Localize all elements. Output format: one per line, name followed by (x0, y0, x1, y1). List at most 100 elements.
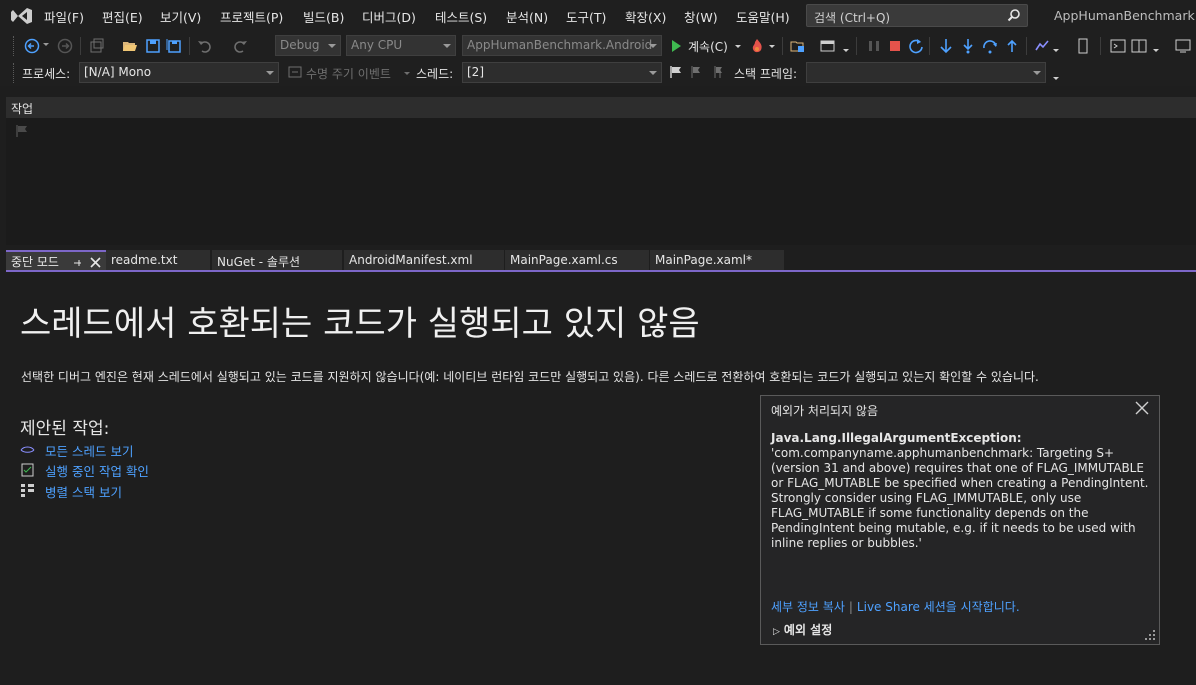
visual-studio-logo-icon[interactable] (10, 6, 34, 26)
stack-frame-dropdown[interactable] (806, 62, 1046, 83)
chevron-down-icon[interactable] (734, 42, 742, 50)
menu-tools[interactable]: 도구(T) (566, 7, 606, 26)
stop-debugging-icon[interactable] (887, 38, 903, 54)
task-panel-header: 작업 (6, 97, 1196, 118)
pin-icon[interactable] (72, 258, 82, 268)
page-description: 선택한 디버그 엔진은 현재 스레드에서 실행되고 있는 코드를 지원하지 않습… (21, 370, 1039, 384)
menu-help[interactable]: 도움말(H) (736, 7, 790, 26)
target-window-icon[interactable] (820, 38, 836, 54)
layout-icon[interactable] (1131, 38, 1147, 54)
menu-test[interactable]: 테스트(S) (435, 7, 487, 26)
tasks-icon (21, 463, 34, 477)
preview-window-icon[interactable] (1175, 38, 1191, 54)
process-dropdown[interactable]: [N/A] Mono (79, 62, 279, 83)
separator (782, 37, 783, 55)
view-all-threads-link[interactable]: 모든 스레드 보기 (45, 441, 133, 460)
toolbar-grip[interactable] (13, 36, 16, 56)
tab-mainpage-cs[interactable]: MainPage.xaml.cs (505, 250, 649, 270)
configuration-dropdown[interactable]: Debug (275, 35, 341, 56)
navigate-forward-icon[interactable] (57, 38, 73, 54)
show-next-statement-icon[interactable] (938, 38, 954, 54)
toolbar-grip[interactable] (13, 63, 16, 83)
stack-frame-label: 스택 프레임: (734, 67, 798, 81)
tab-readme[interactable]: readme.txt (106, 250, 210, 270)
separator (856, 37, 857, 55)
device-icon[interactable] (1075, 38, 1091, 54)
expand-triangle-icon: ▷ (773, 627, 780, 637)
open-folder-icon[interactable] (122, 38, 138, 54)
platform-dropdown[interactable]: Any CPU (346, 35, 456, 56)
close-icon[interactable] (1135, 401, 1149, 415)
live-share-link[interactable]: Live Share 세션을 시작합니다. (857, 600, 1020, 614)
lifecycle-events-icon[interactable] (288, 65, 302, 79)
debug-location-toolbar: 프로세스: [N/A] Mono 수명 주기 이벤트 스레드: [2] 스택 프… (0, 60, 1196, 86)
menu-file[interactable]: 파일(F) (44, 7, 84, 26)
menu-window[interactable]: 창(W) (684, 7, 718, 26)
menu-bar: 파일(F) 편집(E) 보기(V) 프로젝트(P) 빌드(B) 디버그(D) 테… (0, 0, 1196, 32)
tab-label: 중단 모드 (11, 255, 59, 269)
exception-message: 'com.companyname.apphumanbenchmark: Targ… (771, 446, 1149, 550)
diagnostic-tools-icon[interactable] (1034, 38, 1050, 54)
resize-grip-icon[interactable] (1145, 630, 1155, 640)
configuration-value: Debug (280, 38, 320, 52)
tab-break-mode[interactable]: 중단 모드 (6, 250, 106, 270)
menu-build[interactable]: 빌드(B) (303, 7, 344, 26)
chevron-down-icon[interactable] (1152, 46, 1160, 54)
new-project-icon[interactable] (89, 38, 105, 54)
chevron-down-icon[interactable] (1052, 46, 1060, 54)
lifecycle-events-button[interactable]: 수명 주기 이벤트 (306, 65, 391, 82)
tab-nuget[interactable]: NuGet - 솔루션 (212, 250, 342, 270)
tab-label: MainPage.xaml* (655, 253, 752, 267)
chevron-down-icon[interactable] (1052, 74, 1060, 82)
search-box[interactable]: 검색 (Ctrl+Q) (806, 4, 1028, 27)
redo-icon[interactable] (232, 38, 248, 54)
step-out-icon[interactable] (1004, 38, 1020, 54)
thread-dropdown[interactable]: [2] (462, 62, 662, 83)
view-parallel-stacks-link[interactable]: 병렬 스택 보기 (45, 482, 122, 501)
flag-icon[interactable] (669, 65, 683, 79)
menu-view[interactable]: 보기(V) (160, 7, 201, 26)
startup-project-dropdown[interactable]: AppHumanBenchmark.Android (462, 35, 662, 56)
menu-project[interactable]: 프로젝트(P) (220, 7, 283, 26)
tab-mainpage-xaml[interactable]: MainPage.xaml* (650, 250, 784, 270)
copy-details-link[interactable]: 세부 정보 복사 (771, 600, 845, 614)
chevron-down-icon[interactable] (403, 69, 411, 77)
tab-androidmanifest[interactable]: AndroidManifest.xml (344, 250, 504, 270)
process-label: 프로세스: (22, 67, 71, 81)
break-all-icon[interactable] (866, 38, 882, 54)
step-over-icon[interactable] (982, 38, 998, 54)
threads-icon (20, 446, 35, 453)
menu-analyze[interactable]: 분석(N) (506, 7, 548, 26)
browse-folder-icon[interactable] (790, 38, 806, 54)
continue-button[interactable]: 계속(C) (688, 38, 728, 55)
terminal-icon[interactable] (1110, 38, 1126, 54)
close-icon[interactable] (90, 257, 101, 268)
flag-icon[interactable] (15, 124, 29, 138)
thread-value: [2] (467, 65, 484, 79)
flag-threads-icon[interactable] (690, 65, 704, 79)
save-all-icon[interactable] (166, 38, 182, 54)
menu-extensions[interactable]: 확장(X) (625, 7, 666, 26)
play-icon[interactable] (668, 38, 684, 54)
app-title: AppHumanBenchmark (1054, 8, 1195, 23)
menu-debug[interactable]: 디버그(D) (362, 7, 416, 26)
chevron-down-icon[interactable] (768, 42, 776, 50)
step-into-icon[interactable] (960, 38, 976, 54)
chevron-down-icon[interactable] (842, 46, 850, 54)
menu-edit[interactable]: 편집(E) (102, 7, 143, 26)
exception-settings-toggle[interactable]: ▷ 예외 설정 (773, 621, 832, 638)
tab-label: MainPage.xaml.cs (510, 253, 618, 267)
hot-reload-icon[interactable] (749, 38, 765, 54)
document-tab-bar: 중단 모드 readme.txt NuGet - 솔루션 AndroidMani… (6, 250, 1196, 272)
navigate-back-icon[interactable] (24, 38, 40, 54)
exception-settings-label: 예외 설정 (783, 623, 833, 637)
check-running-tasks-link[interactable]: 실행 중인 작업 확인 (45, 461, 149, 480)
search-icon (1007, 9, 1020, 22)
undo-icon[interactable] (197, 38, 213, 54)
save-icon[interactable] (145, 38, 161, 54)
flag-parallel-icon[interactable] (713, 65, 727, 79)
search-placeholder: 검색 (Ctrl+Q) (814, 11, 891, 25)
thread-label: 스레드: (416, 67, 454, 81)
chevron-down-icon[interactable] (42, 40, 50, 48)
restart-icon[interactable] (908, 38, 924, 54)
